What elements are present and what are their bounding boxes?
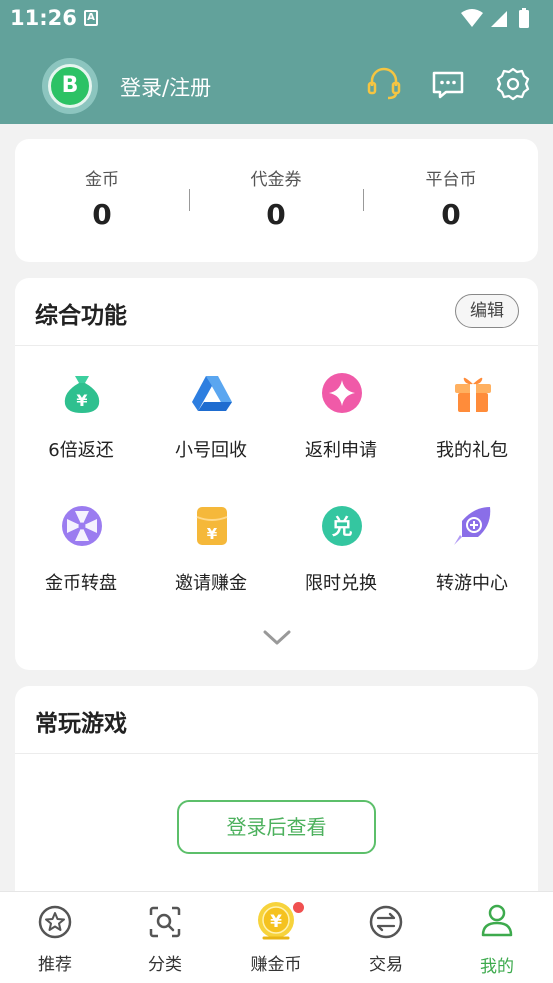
app-notification-icon: A — [84, 10, 98, 26]
customer-service-headset-icon[interactable] — [366, 66, 402, 102]
notification-dot — [293, 902, 304, 913]
feature-my-gifts[interactable]: 我的礼包 — [407, 370, 537, 490]
feature-invite-earn[interactable]: ¥ 邀请赚金 — [146, 503, 276, 623]
feature-account-recycle[interactable]: 小号回收 — [146, 370, 276, 490]
feature-transfer-center[interactable]: 转游中心 — [407, 503, 537, 623]
wallet-label: 金币 — [85, 170, 119, 190]
avatar[interactable]: B — [42, 58, 98, 114]
tab-mine[interactable]: 我的 — [442, 892, 552, 983]
edit-button[interactable]: 编辑 — [455, 294, 519, 328]
money-bag-icon: ¥ — [64, 376, 100, 413]
feature-limited-exchange[interactable]: 兑 限时兑换 — [276, 503, 406, 623]
coin-icon: ¥ — [258, 902, 294, 940]
wallet-value: 0 — [441, 198, 461, 231]
rocket-icon — [454, 507, 491, 545]
svg-text:¥: ¥ — [207, 525, 218, 543]
wallet-summary-card: 金币 0 代金券 0 平台币 0 — [15, 139, 538, 262]
login-to-view-button[interactable]: 登录后查看 — [177, 800, 376, 854]
tab-recommend[interactable]: 推荐 — [0, 892, 110, 983]
tab-label: 我的 — [480, 957, 514, 977]
feature-label: 我的礼包 — [436, 440, 508, 461]
wallet-gold-coins[interactable]: 金币 0 — [15, 165, 189, 231]
svg-text:¥: ¥ — [76, 391, 87, 410]
tab-category[interactable]: 分类 — [110, 892, 220, 983]
features-title: 综合功能 — [35, 303, 127, 329]
envelope-icon: ¥ — [196, 507, 228, 545]
svg-text:¥: ¥ — [270, 912, 282, 932]
exchange-icon: 兑 — [322, 506, 362, 546]
wallet-value: 0 — [266, 198, 286, 231]
wheel-icon — [62, 506, 102, 546]
feature-label: 转游中心 — [436, 573, 508, 594]
tab-earn-coins[interactable]: ¥ 赚金币 — [221, 892, 331, 983]
login-register-link[interactable]: 登录/注册 — [120, 72, 211, 102]
feature-label: 6倍返还 — [48, 440, 114, 461]
gift-icon — [455, 377, 491, 412]
chevron-down-icon[interactable] — [263, 630, 291, 646]
trade-icon — [369, 905, 403, 939]
tab-label: 分类 — [148, 955, 182, 975]
wallet-label: 平台币 — [425, 170, 477, 190]
feature-label: 返利申请 — [305, 440, 377, 461]
user-icon — [481, 904, 513, 937]
profile-header: B 登录/注册 — [0, 38, 553, 124]
recent-games-title: 常玩游戏 — [35, 711, 127, 737]
feature-label: 金币转盘 — [45, 573, 117, 594]
feature-coin-wheel[interactable]: 金币转盘 — [16, 503, 146, 623]
wallet-label: 代金券 — [250, 170, 302, 190]
status-time: 11:26 — [10, 6, 77, 30]
recent-games-card: 常玩游戏 登录后查看 — [15, 686, 538, 916]
settings-gear-icon[interactable] — [495, 66, 531, 102]
status-bar: 11:26 A — [0, 0, 553, 38]
feature-6x-rebate[interactable]: ¥ 6倍返还 — [16, 370, 146, 490]
divider — [15, 345, 538, 346]
triangle-recycle-icon — [192, 376, 232, 411]
sparkle-icon — [322, 373, 362, 413]
system-status-icons — [461, 8, 529, 28]
features-card: 综合功能 编辑 ¥ 6倍返还 小号回收 返利申请 我的礼包 金币转盘 ¥ 邀请赚… — [15, 278, 538, 670]
tab-label: 赚金币 — [250, 955, 302, 975]
signal-icon — [491, 11, 507, 27]
wallet-platform-coins[interactable]: 平台币 0 — [364, 165, 538, 231]
wallet-vouchers[interactable]: 代金券 0 — [189, 165, 363, 231]
feature-rebate-apply[interactable]: 返利申请 — [276, 370, 406, 490]
search-category-icon — [149, 906, 181, 938]
star-icon — [38, 905, 72, 939]
feature-label: 小号回收 — [175, 440, 247, 461]
avatar-logo: B — [61, 73, 79, 98]
divider — [15, 753, 538, 754]
feature-label: 限时兑换 — [305, 573, 377, 594]
tab-trade[interactable]: 交易 — [331, 892, 441, 983]
tab-label: 交易 — [369, 955, 403, 975]
wallet-value: 0 — [92, 198, 112, 231]
bottom-tab-bar: 推荐 分类 ¥ 赚金币 交易 我的 — [0, 891, 553, 983]
wifi-icon — [461, 9, 483, 27]
feature-label: 邀请赚金 — [175, 573, 247, 594]
tab-label: 推荐 — [38, 955, 72, 975]
svg-text:兑: 兑 — [332, 515, 353, 539]
battery-icon — [519, 10, 529, 28]
message-icon[interactable] — [430, 66, 466, 102]
